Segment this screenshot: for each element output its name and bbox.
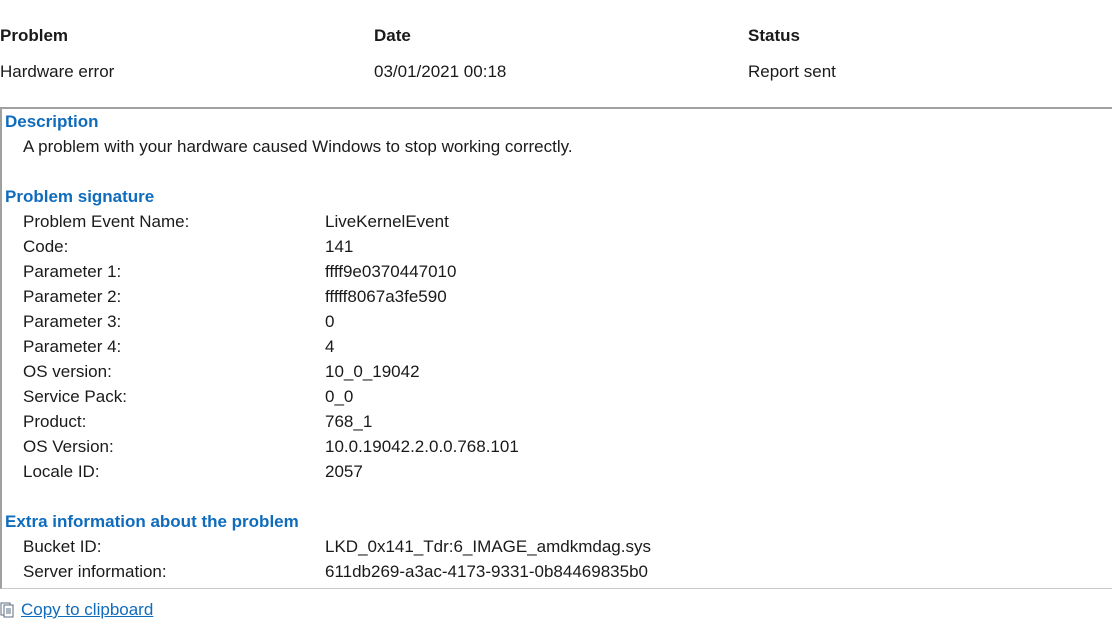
extra-info-label: Server information: xyxy=(23,562,167,581)
clipboard-icon xyxy=(0,602,14,623)
date-value: 03/01/2021 00:18 xyxy=(374,62,507,81)
problem-signature-heading: Problem signature xyxy=(5,187,155,206)
summary-row: Hardware error 03/01/2021 00:18 Report s… xyxy=(0,62,1114,86)
signature-value: LiveKernelEvent xyxy=(325,212,449,231)
copy-to-clipboard-link[interactable]: Copy to clipboard xyxy=(0,600,153,624)
signature-label: Product: xyxy=(23,412,87,431)
extra-info-value: 611db269-a3ac-4173-9331-0b84469835b0 xyxy=(325,562,648,581)
signature-value: 10_0_19042 xyxy=(325,362,420,381)
signature-label: OS version: xyxy=(23,362,112,381)
status-column-header: Status xyxy=(748,26,800,45)
problem-value: Hardware error xyxy=(0,62,115,81)
signature-label: Problem Event Name: xyxy=(23,212,190,231)
column-headers: Problem Date Status xyxy=(0,26,1114,50)
signature-label: Parameter 3: xyxy=(23,312,122,331)
signature-value: 0 xyxy=(325,312,335,331)
signature-value: 2057 xyxy=(325,462,363,481)
signature-value: ffff9e0370447010 xyxy=(325,262,457,281)
copy-to-clipboard-label[interactable]: Copy to clipboard xyxy=(21,600,153,619)
signature-label: Parameter 4: xyxy=(23,337,122,356)
signature-value: 4 xyxy=(325,337,335,356)
signature-label: Service Pack: xyxy=(23,387,127,406)
signature-value: 0_0 xyxy=(325,387,354,406)
signature-label: Code: xyxy=(23,237,69,256)
description-text: A problem with your hardware caused Wind… xyxy=(23,137,573,156)
signature-value: fffff8067a3fe590 xyxy=(325,287,447,306)
signature-label: Locale ID: xyxy=(23,462,100,481)
signature-label: Parameter 2: xyxy=(23,287,122,306)
description-heading: Description xyxy=(5,112,99,131)
signature-value: 768_1 xyxy=(325,412,373,431)
signature-label: Parameter 1: xyxy=(23,262,122,281)
problem-column-header: Problem xyxy=(0,26,69,45)
date-column-header: Date xyxy=(374,26,411,45)
extra-info-heading: Extra information about the problem xyxy=(5,512,299,531)
extra-info-label: Bucket ID: xyxy=(23,537,102,556)
status-value: Report sent xyxy=(748,62,836,81)
extra-info-value: LKD_0x141_Tdr:6_IMAGE_amdkmdag.sys xyxy=(325,537,651,556)
signature-value: 10.0.19042.2.0.0.768.101 xyxy=(325,437,519,456)
signature-value: 141 xyxy=(325,237,354,256)
signature-label: OS Version: xyxy=(23,437,114,456)
